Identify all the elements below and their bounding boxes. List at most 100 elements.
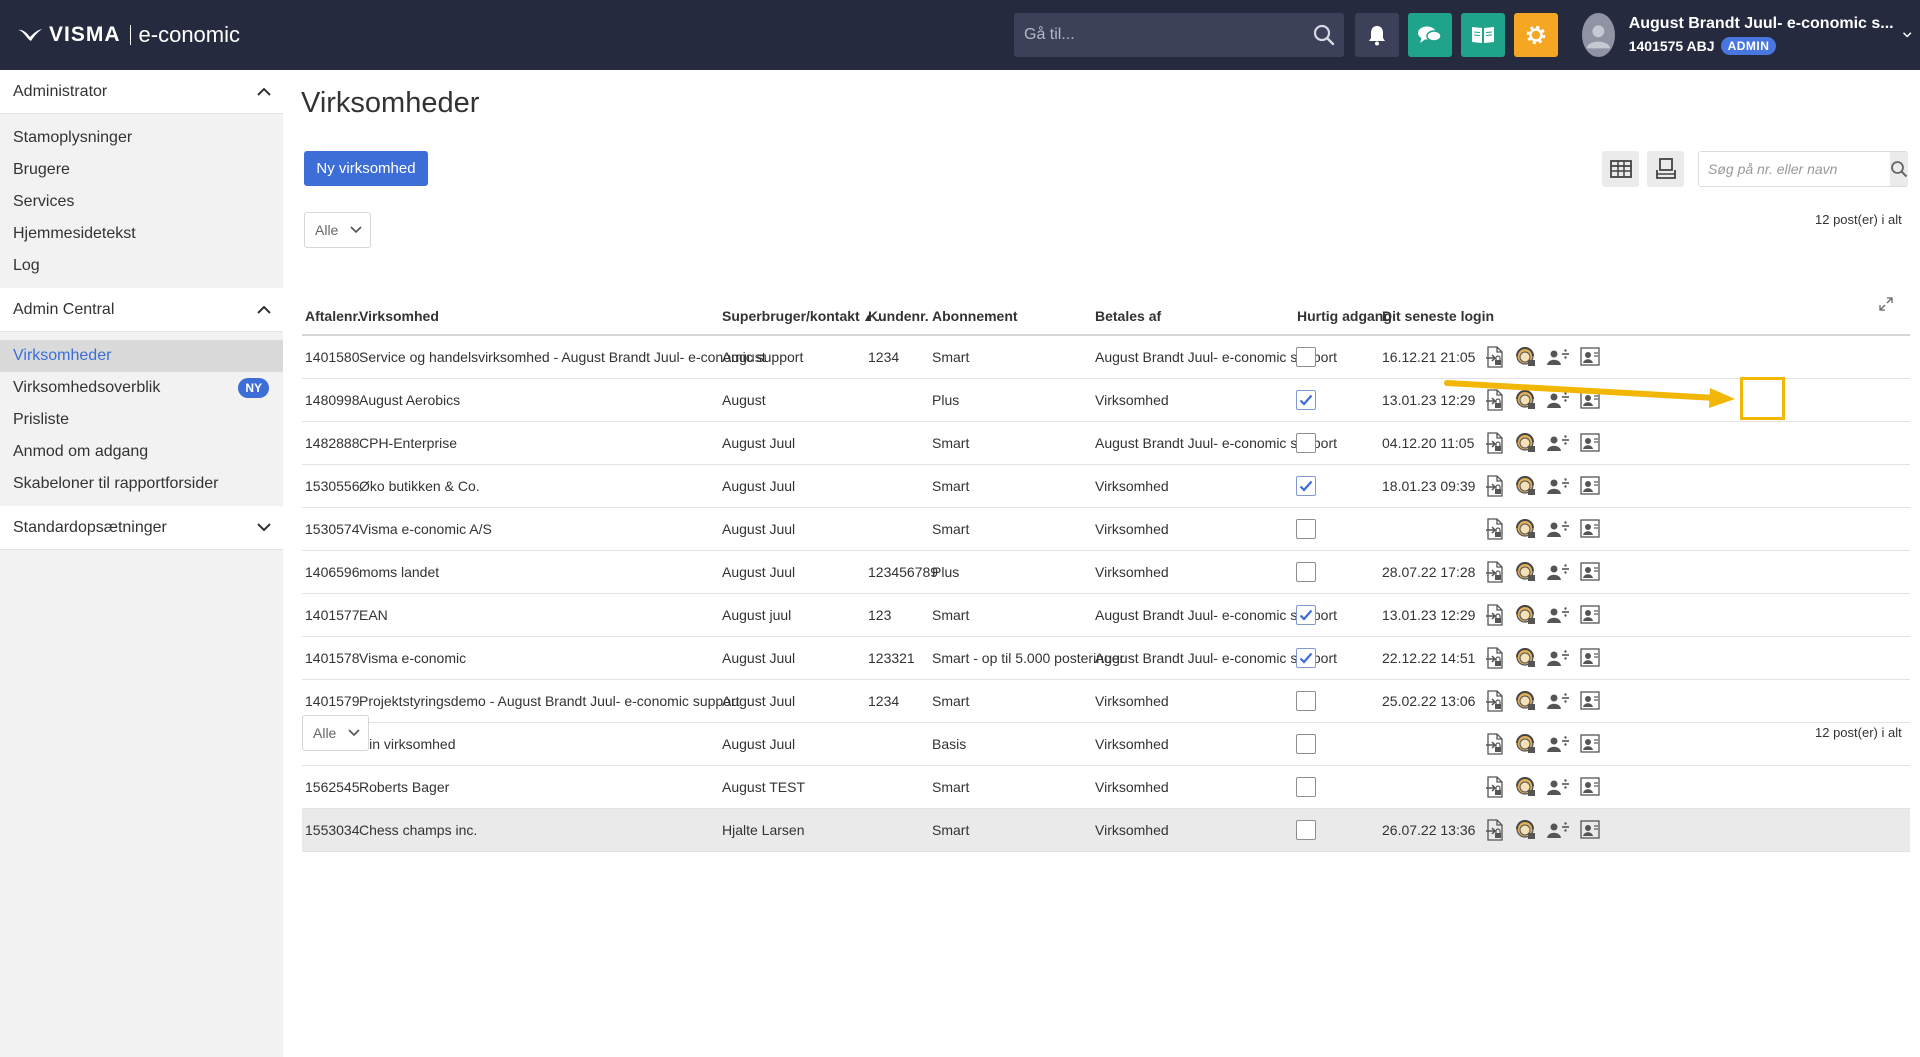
- login-with-access-icon[interactable]: [1480, 422, 1510, 464]
- search-icon[interactable]: [1890, 152, 1908, 186]
- quick-access-checkbox[interactable]: [1296, 648, 1316, 668]
- goto-search[interactable]: [1014, 13, 1344, 57]
- search-icon[interactable]: [1304, 13, 1344, 57]
- login-with-access-icon[interactable]: [1480, 465, 1510, 507]
- col-superbruger[interactable]: Superbruger/kontakt ▲ ...: [722, 298, 886, 334]
- table-row[interactable]: 1401579 Projektstyringsdemo - August Bran…: [302, 680, 1910, 723]
- settings-button[interactable]: [1514, 13, 1558, 57]
- assign-user-icon[interactable]: [1543, 680, 1573, 722]
- support-access-icon[interactable]: [1511, 809, 1541, 851]
- support-access-icon[interactable]: [1511, 594, 1541, 636]
- user-card-icon[interactable]: [1575, 809, 1605, 851]
- quick-access-checkbox[interactable]: [1296, 390, 1316, 410]
- quick-access-checkbox[interactable]: [1296, 476, 1316, 496]
- sidebar-item-virksomhedsoverblik[interactable]: Virksomhedsoverblik NY: [0, 372, 283, 404]
- cell-virksomhed[interactable]: Visma e-conomic A/S: [359, 508, 492, 550]
- cell-virksomhed[interactable]: Din virksomhed: [359, 723, 455, 765]
- chevron-down-icon[interactable]: [257, 523, 271, 532]
- table-row[interactable]: 1482888 CPH-Enterprise August Juul Smart Aug…: [302, 422, 1910, 465]
- quick-access-checkbox[interactable]: [1296, 691, 1316, 711]
- login-with-access-icon[interactable]: [1480, 508, 1510, 550]
- quick-access-checkbox[interactable]: [1296, 519, 1316, 539]
- user-card-icon[interactable]: [1575, 723, 1605, 765]
- table-row[interactable]: 1573514Din virksomhedAugust JuulBasisVir…: [302, 723, 1910, 766]
- quick-access-checkbox[interactable]: [1296, 433, 1316, 453]
- user-card-icon[interactable]: [1575, 637, 1605, 679]
- col-hurtig-adgang[interactable]: Hurtig adgang: [1297, 298, 1392, 334]
- sidebar-item-hjemmesidetekst[interactable]: Hjemmesidetekst: [0, 218, 283, 250]
- assign-user-icon[interactable]: [1543, 336, 1573, 378]
- user-card-icon[interactable]: [1575, 680, 1605, 722]
- sidebar-item-stamoplysninger[interactable]: Stamoplysninger: [0, 122, 283, 154]
- chat-button[interactable]: [1408, 13, 1452, 57]
- login-with-access-icon[interactable]: [1480, 723, 1510, 765]
- col-abonnement[interactable]: Abonnement: [932, 298, 1018, 334]
- goto-input[interactable]: [1014, 13, 1304, 57]
- col-seneste-login[interactable]: Dit seneste login: [1382, 298, 1494, 334]
- col-betales-af[interactable]: Betales af: [1095, 298, 1161, 334]
- cell-virksomhed[interactable]: Chess champs inc.: [359, 809, 477, 851]
- user-card-icon[interactable]: [1575, 336, 1605, 378]
- quick-access-checkbox[interactable]: [1296, 820, 1316, 840]
- support-access-icon[interactable]: [1511, 422, 1541, 464]
- assign-user-icon[interactable]: [1543, 766, 1573, 808]
- user-card-icon[interactable]: [1575, 594, 1605, 636]
- table-row[interactable]: 1480998 August Aerobics August Plus Virksomh…: [302, 379, 1910, 422]
- cell-virksomhed[interactable]: Øko butikken & Co.: [359, 465, 480, 507]
- visma-logo[interactable]: VISMA e-conomic: [17, 22, 240, 48]
- assign-user-icon[interactable]: [1543, 637, 1573, 679]
- sidebar-item-skabeloner[interactable]: Skabeloner til rapportforsider: [0, 468, 283, 500]
- quick-access-checkbox[interactable]: [1296, 347, 1316, 367]
- cell-virksomhed[interactable]: Visma e-conomic: [359, 637, 466, 679]
- sidebar-item-prisliste[interactable]: Prisliste: [0, 404, 283, 436]
- filter-select-top[interactable]: Alle: [304, 212, 371, 248]
- notifications-button[interactable]: [1355, 13, 1399, 57]
- user-card-icon[interactable]: [1575, 551, 1605, 593]
- support-access-icon[interactable]: [1511, 551, 1541, 593]
- support-access-icon[interactable]: [1511, 680, 1541, 722]
- quick-access-checkbox[interactable]: [1296, 562, 1316, 582]
- print-button[interactable]: [1647, 151, 1684, 187]
- table-row[interactable]: 1530574 Visma e-conomic A/S August Juul Sma…: [302, 508, 1910, 551]
- login-with-access-icon[interactable]: [1480, 766, 1510, 808]
- assign-user-icon[interactable]: [1543, 723, 1573, 765]
- assign-user-icon[interactable]: [1543, 551, 1573, 593]
- user-card-icon[interactable]: [1575, 422, 1605, 464]
- assign-user-icon[interactable]: [1543, 508, 1573, 550]
- cell-virksomhed[interactable]: Roberts Bager: [359, 766, 449, 808]
- sidebar-item-brugere[interactable]: Brugere: [0, 154, 283, 186]
- chevron-down-icon[interactable]: [1902, 30, 1912, 40]
- sidebar-item-anmod-om-adgang[interactable]: Anmod om adgang: [0, 436, 283, 468]
- login-with-access-icon[interactable]: [1480, 336, 1510, 378]
- table-row[interactable]: 1553034 Chess champs inc. Hjalte Larsen Sma…: [302, 809, 1910, 852]
- company-search[interactable]: [1698, 151, 1908, 187]
- user-card-icon[interactable]: [1575, 766, 1605, 808]
- login-with-access-icon[interactable]: [1480, 594, 1510, 636]
- col-virksomhed[interactable]: Virksomhed: [359, 298, 439, 334]
- assign-user-icon[interactable]: [1543, 809, 1573, 851]
- table-row[interactable]: 1401580 Service og handelsvirksomhed - Au…: [302, 336, 1910, 379]
- user-card-icon[interactable]: [1575, 465, 1605, 507]
- login-with-access-icon[interactable]: [1480, 379, 1510, 421]
- quick-access-checkbox[interactable]: [1296, 605, 1316, 625]
- user-menu[interactable]: August Brandt Juul- e-conomic s... 14015…: [1582, 13, 1912, 57]
- support-access-icon[interactable]: [1511, 379, 1541, 421]
- support-access-icon[interactable]: [1511, 723, 1541, 765]
- table-row[interactable]: 1406596 moms landet August Juul 123456789 Pl…: [302, 551, 1910, 594]
- table-row[interactable]: 1530556 Øko butikken & Co. August Juul Smar…: [302, 465, 1910, 508]
- quick-access-checkbox[interactable]: [1296, 777, 1316, 797]
- new-company-button[interactable]: Ny virksomhed: [304, 151, 428, 186]
- table-row[interactable]: 1562545 Roberts Bager August TEST Smart Virk…: [302, 766, 1910, 809]
- login-with-access-icon[interactable]: [1480, 680, 1510, 722]
- login-with-access-icon[interactable]: [1480, 637, 1510, 679]
- avatar[interactable]: [1582, 13, 1615, 57]
- table-row[interactable]: 1401578 Visma e-conomic August Juul 123321 S…: [302, 637, 1910, 680]
- assign-user-icon[interactable]: [1543, 594, 1573, 636]
- login-with-access-icon[interactable]: [1480, 809, 1510, 851]
- login-with-access-icon[interactable]: [1480, 551, 1510, 593]
- sidebar-section-standardopsaetninger[interactable]: Standardopsætninger: [0, 506, 283, 550]
- guide-button[interactable]: [1461, 13, 1505, 57]
- support-access-icon[interactable]: [1511, 637, 1541, 679]
- support-access-icon[interactable]: [1511, 336, 1541, 378]
- cell-virksomhed[interactable]: moms landet: [359, 551, 439, 593]
